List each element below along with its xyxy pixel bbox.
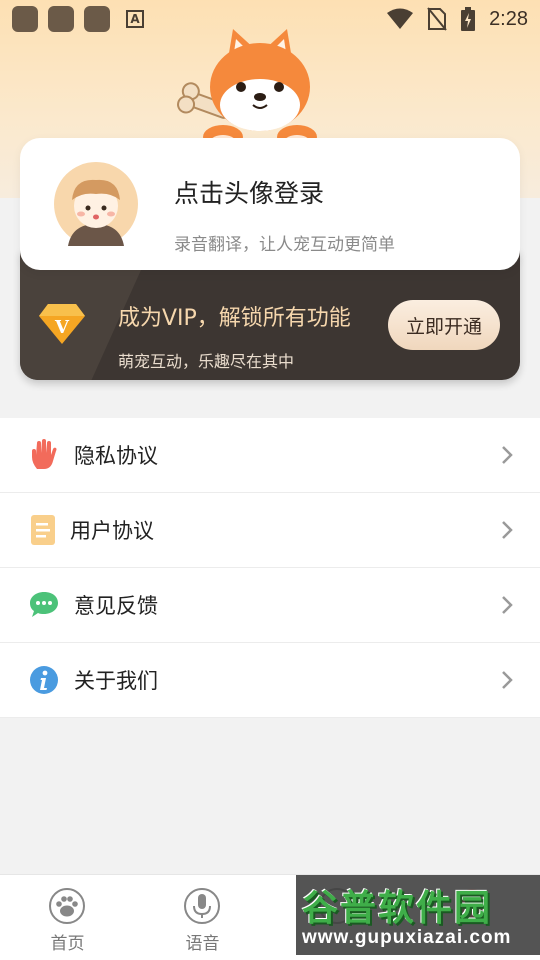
menu-label-about: 关于我们 (74, 669, 158, 693)
menu-item-user-agreement[interactable]: 用户协议 (0, 493, 540, 568)
microphone-icon (184, 888, 220, 924)
svg-text:V: V (54, 317, 70, 338)
info-icon (30, 666, 58, 694)
notification-icon (84, 6, 110, 32)
login-subtitle: 录音翻译，让人宠互动更简单 (174, 235, 395, 255)
diamond-vip-icon: V (39, 304, 85, 344)
watermark: 谷普软件园 www.gupuxiazai.com (296, 875, 540, 955)
vip-subtitle: 萌宠互动，乐趣尽在其中 (118, 352, 295, 371)
hand-icon (32, 439, 57, 469)
paw-icon (49, 888, 85, 924)
chevron-right-icon (502, 521, 513, 539)
battery-icon (461, 7, 476, 31)
watermark-url: www.gupuxiazai.com (302, 927, 512, 948)
login-title[interactable]: 点击头像登录 (174, 174, 324, 210)
tab-label-voice: 语音 (185, 934, 220, 954)
menu-label-user-agreement: 用户协议 (70, 519, 154, 543)
status-time: 2:28 (489, 7, 528, 30)
chevron-right-icon (502, 596, 513, 614)
chevron-right-icon (502, 446, 513, 464)
menu-item-privacy[interactable]: 隐私协议 (0, 418, 540, 493)
profile-card[interactable]: 点击头像登录 录音翻译，让人宠互动更简单 (20, 138, 520, 270)
chat-bubble-icon (30, 592, 58, 617)
avatar[interactable] (54, 162, 138, 246)
tab-home[interactable]: 首页 (0, 875, 135, 960)
notification-icon (48, 6, 74, 32)
document-icon (31, 515, 55, 545)
shiba-mascot-illustration (177, 29, 317, 149)
tab-voice[interactable]: 语音 (135, 875, 270, 960)
chevron-right-icon (502, 671, 513, 689)
wifi-icon (387, 8, 414, 29)
notification-icon (12, 6, 38, 32)
menu-label-feedback: 意见反馈 (74, 594, 158, 618)
activate-vip-button[interactable]: 立即开通 (388, 300, 500, 350)
watermark-title: 谷普软件园 (302, 888, 493, 929)
menu-item-about[interactable]: 关于我们 (0, 643, 540, 718)
vip-title: 成为VIP，解锁所有功能 (118, 306, 351, 331)
no-sim-icon (427, 7, 447, 31)
menu-item-feedback[interactable]: 意见反馈 (0, 568, 540, 643)
keyboard-icon: A (126, 10, 144, 28)
tab-label-home: 首页 (50, 934, 85, 954)
settings-menu: 隐私协议 用户协议 意见反馈 关于我们 (0, 418, 540, 718)
menu-label-privacy: 隐私协议 (74, 444, 158, 468)
